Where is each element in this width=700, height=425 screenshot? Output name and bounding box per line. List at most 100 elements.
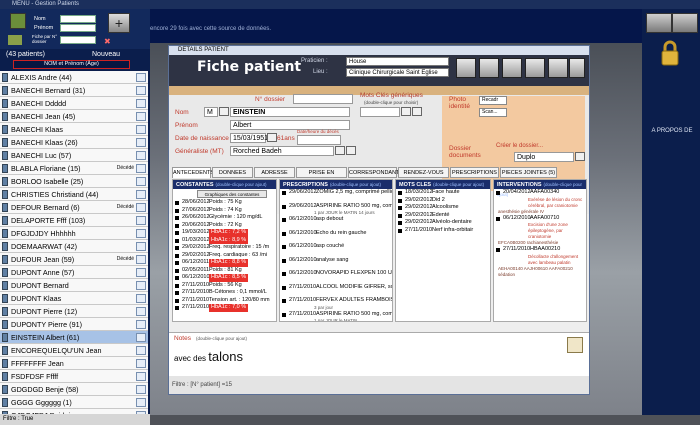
patient-list-item[interactable]: FFFFFFFF Jean <box>0 357 148 370</box>
new-patient-link[interactable]: Nouveau <box>92 51 120 58</box>
tab-donnees[interactable]: DONNEES <box>212 167 253 178</box>
dob-input[interactable]: 15/03/1951 <box>230 133 268 143</box>
intervention-row[interactable]: 06/12/2010 AAFA00710 <box>494 215 586 223</box>
generaliste-edit[interactable] <box>346 146 356 155</box>
ndossier-input[interactable] <box>293 94 353 104</box>
constante-row[interactable]: 29/02/2012 Freq. cardiaque : 63 /mi <box>173 252 276 260</box>
open-patient-button[interactable] <box>136 215 146 225</box>
open-patient-button[interactable] <box>136 189 146 199</box>
patient-list-item[interactable]: BANECHI Klaas (26) <box>0 136 148 149</box>
open-patient-button[interactable] <box>136 228 146 238</box>
open-patient-button[interactable] <box>136 98 146 108</box>
open-patient-button[interactable] <box>136 306 146 316</box>
open-patient-button[interactable] <box>136 176 146 186</box>
patient-list-item[interactable]: GGGG Gggggg (1) <box>0 396 148 409</box>
mots-cles-add[interactable] <box>412 107 422 116</box>
tab-antecedents[interactable]: ANTECEDENTS <box>172 167 214 178</box>
patient-list-item[interactable]: EINSTEIN Albert (61) <box>0 331 148 344</box>
constante-row[interactable]: 06/12/2010 HbA1c : 8,5 % <box>173 274 276 282</box>
generaliste-dropdown[interactable] <box>335 146 345 155</box>
calendar-button[interactable] <box>267 133 277 142</box>
mot-cle-row[interactable]: 29/02/2012 Edenté <box>396 212 490 220</box>
lock-icon[interactable] <box>660 40 680 66</box>
constante-row[interactable]: 19/03/2012 HbA1c : 7,2 % <box>173 229 276 237</box>
clear-search-icon[interactable]: ✖ <box>104 37 111 46</box>
open-patient-button[interactable] <box>136 397 146 407</box>
open-patient-button[interactable] <box>136 254 146 264</box>
praticien-select[interactable]: House <box>346 57 449 66</box>
prescription-row[interactable]: 06/12/2010 asp couché <box>280 243 392 251</box>
constante-row[interactable]: 27/11/2010 Poids : 56 Kg <box>173 282 276 290</box>
deces-input[interactable] <box>297 135 341 145</box>
prescription-row[interactable]: 29/06/2012 ZOMIG 2,5 mg, comprimé pellic <box>280 189 392 197</box>
tab-adresse[interactable]: ADRESSE <box>254 167 295 178</box>
search-prenom-input[interactable] <box>60 24 96 32</box>
open-patient-button[interactable] <box>136 293 146 303</box>
about-link[interactable]: A PROPOS DE <box>646 128 698 134</box>
open-patient-button[interactable] <box>136 280 146 290</box>
open-patient-button[interactable] <box>136 371 146 381</box>
nom-input[interactable]: EINSTEIN <box>230 107 350 117</box>
prescription-row[interactable]: 29/06/2012 ASPIRINE RATIO 500 mg, compri <box>280 203 392 211</box>
patient-list-item[interactable]: BANECHI Ddddd <box>0 97 148 110</box>
add-patient-button[interactable]: + <box>108 13 130 33</box>
open-patient-button[interactable] <box>136 241 146 251</box>
open-patient-button[interactable] <box>136 85 146 95</box>
patient-list-item[interactable]: DUPONT Bernard <box>0 279 148 292</box>
close-button[interactable] <box>569 58 585 78</box>
open-patient-button[interactable] <box>136 163 146 173</box>
lieu-select[interactable]: Clinique Chirurgicale Saint Eglise <box>346 68 449 77</box>
patient-list-item[interactable]: BORLOO Isabelle (25) <box>0 175 148 188</box>
mots-cles-dropdown[interactable] <box>401 107 411 116</box>
open-patient-button[interactable] <box>136 137 146 147</box>
civilite-select[interactable]: M <box>204 107 218 117</box>
tab-correspondants[interactable]: CORRESPONDANTS <box>348 167 403 178</box>
mot-cle-row[interactable]: 29/02/2012 Did 2 <box>396 197 490 205</box>
open-patient-button[interactable] <box>136 111 146 121</box>
tab-prise-en-charge[interactable]: PRISE EN CHARGE <box>296 167 347 186</box>
recadrer-button[interactable]: Recadr <box>479 96 507 105</box>
right-tool-button[interactable] <box>646 13 672 33</box>
duplo-input[interactable]: Duplo <box>514 152 574 162</box>
prescription-row[interactable]: 06/12/2010 NOVORAPID FLEXPEN 100 U/ml <box>280 270 392 278</box>
civilite-dropdown[interactable] <box>219 107 229 116</box>
open-patient-button[interactable] <box>136 358 146 368</box>
prescription-row[interactable]: 27/11/2010 FERVEX ADULTES FRAMBOISE, <box>280 297 392 305</box>
dossier-number-input[interactable] <box>60 36 96 44</box>
prescription-row[interactable]: 06/12/2010 asp debout <box>280 216 392 224</box>
intervention-row[interactable]: 27/11/2010 HBAA00210 <box>494 246 586 254</box>
mot-cle-row[interactable]: 18/03/2012 Face haute <box>396 189 490 197</box>
toolbar-button-3[interactable] <box>502 58 522 78</box>
mot-cle-row[interactable]: 29/02/2012 Alcoolisme <box>396 204 490 212</box>
patient-list-item[interactable]: DUPONTY Pierre (91) <box>0 318 148 331</box>
toolbar-button-1[interactable] <box>456 58 476 78</box>
patient-list-item[interactable]: ENCOREQUELQU'UN Jean <box>0 344 148 357</box>
open-patient-button[interactable] <box>136 267 146 277</box>
open-patient-button[interactable] <box>136 150 146 160</box>
patient-list-item[interactable]: BANECHI Bernard (31) <box>0 84 148 97</box>
patient-list-item[interactable]: DUFOUR Jean (59) Décédé <box>0 253 148 266</box>
open-patient-button[interactable] <box>136 319 146 329</box>
patient-list-item[interactable]: DUPONT Klaas <box>0 292 148 305</box>
open-patient-button[interactable] <box>136 332 146 342</box>
open-folder-button[interactable] <box>575 152 585 161</box>
constante-row[interactable]: 27/06/2012 Poids : 74 Kg <box>173 207 276 215</box>
patient-list-item[interactable]: BLABLA Floriane (15) Décédé <box>0 162 148 175</box>
constante-row[interactable]: 20/06/2012 Poids : 72 Kg <box>173 222 276 230</box>
mot-cle-row[interactable]: 29/02/2012 Alvéolo-dentaire <box>396 219 490 227</box>
constante-row[interactable]: 27/11/2010 B-Cétones : 0,1 mmol/L <box>173 289 276 297</box>
toolbar-button-4[interactable] <box>525 58 545 78</box>
notes-area[interactable]: Notes (double-clique pour ajout) avec de… <box>169 332 589 376</box>
constante-row[interactable]: 01/03/2012 HbA1c : 8,9 % <box>173 236 276 244</box>
patient-list-item[interactable]: GDGDGD Benje (58) <box>0 383 148 396</box>
constante-row[interactable]: 02/05/2011 Poids : 81 Kg <box>173 267 276 275</box>
patient-list-item[interactable]: DUPONT Anne (57) <box>0 266 148 279</box>
prescription-row[interactable]: 06/12/2010 analyse sang <box>280 257 392 265</box>
patient-list-item[interactable]: DOEMAARWAT (42) <box>0 240 148 253</box>
scan-button[interactable]: Scan... <box>479 108 507 117</box>
constante-row[interactable]: 28/06/2012 Poids : 75 Kg <box>173 199 276 207</box>
patient-list-item[interactable]: ALEXIS Andre (44) <box>0 71 148 84</box>
clipboard-icon[interactable] <box>567 337 583 353</box>
mots-cles-input[interactable] <box>360 107 400 117</box>
patient-list-item[interactable]: BANECHI Klaas <box>0 123 148 136</box>
